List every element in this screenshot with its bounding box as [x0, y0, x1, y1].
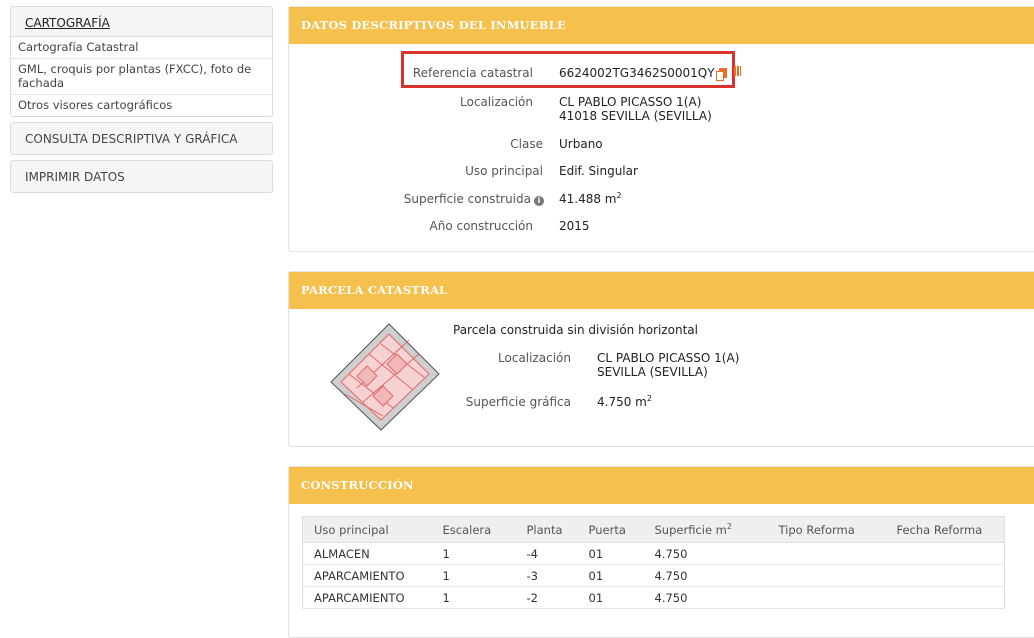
table-row: APARCAMIENTO 1 -2 01 4.750 — [302, 586, 1005, 609]
sidebar: CARTOGRAFÍA Cartografía Catastral GML, c… — [10, 6, 273, 198]
cell-tipo-reforma — [767, 542, 886, 565]
superficie-construida-number: 41.488 m — [559, 192, 617, 206]
cell-uso: APARCAMIENTO — [302, 564, 432, 587]
parcela-superficie-number: 4.750 m — [597, 395, 647, 409]
cell-fecha-reforma — [885, 586, 1005, 609]
anio-construccion-label: Año construcción — [429, 219, 534, 233]
datos-descriptivos-header: DATOS DESCRIPTIVOS DEL INMUEBLE — [289, 7, 1034, 44]
sidebar-item-cartografia-catastral[interactable]: Cartografía Catastral — [11, 37, 272, 59]
col-superficie-exponent: 2 — [726, 521, 732, 531]
cell-superficie: 4.750 — [643, 542, 768, 565]
info-icon[interactable]: i — [534, 196, 544, 206]
consulta-descriptiva-button[interactable]: CONSULTA DESCRIPTIVA Y GRÁFICA — [10, 122, 273, 155]
cell-puerta: 01 — [577, 586, 644, 609]
col-superficie: Superficie m2 — [643, 516, 768, 543]
cell-escalera: 1 — [431, 586, 516, 609]
datos-descriptivos-panel: DATOS DESCRIPTIVOS DEL INMUEBLE — [288, 6, 1034, 252]
cell-puerta: 01 — [577, 542, 644, 565]
superficie-construida-exponent: 2 — [616, 191, 622, 200]
uso-principal-label: Uso principal — [465, 164, 543, 178]
referencia-label: Referencia catastral — [412, 66, 533, 80]
table-row: ALMACEN 1 -4 01 4.750 — [302, 542, 1005, 565]
uso-principal-value: Edif. Singular — [559, 164, 638, 178]
construccion-table-header-row: Uso principal Escalera Planta Puerta Sup… — [302, 516, 1005, 543]
parcela-superficie-label: Superficie gráfica — [465, 395, 571, 409]
parcela-localizacion-line1: CL PABLO PICASSO 1(A) — [597, 351, 740, 365]
cell-tipo-reforma — [767, 564, 886, 587]
copy-icon[interactable] — [715, 68, 727, 81]
cell-uso: ALMACEN — [302, 542, 432, 565]
cell-planta: -3 — [515, 564, 578, 587]
parcela-superficie-exponent: 2 — [646, 394, 652, 403]
col-planta: Planta — [515, 516, 578, 543]
col-superficie-text: Superficie m — [654, 522, 727, 537]
cartografia-panel: CARTOGRAFÍA Cartografía Catastral GML, c… — [10, 6, 273, 117]
sidebar-item-otros-visores[interactable]: Otros visores cartográficos — [11, 95, 272, 116]
cell-fecha-reforma — [885, 564, 1005, 587]
superficie-construida-value: 41.488 m2 — [559, 191, 622, 207]
cell-escalera: 1 — [431, 564, 516, 587]
imprimir-datos-button[interactable]: IMPRIMIR DATOS — [10, 160, 273, 193]
cell-puerta: 01 — [577, 564, 644, 587]
cell-uso: APARCAMIENTO — [302, 586, 432, 609]
cartografia-submenu: Cartografía Catastral GML, croquis por p… — [11, 36, 272, 116]
clase-value: Urbano — [559, 137, 603, 151]
parcela-map-thumbnail[interactable] — [327, 318, 441, 432]
cell-escalera: 1 — [431, 542, 516, 565]
anio-construccion-value: 2015 — [559, 219, 590, 233]
localizacion-line1: CL PABLO PICASSO 1(A) — [559, 95, 702, 109]
bars-icon[interactable] — [734, 66, 741, 76]
superficie-construida-text: Superficie construida — [403, 192, 531, 206]
localizacion-line2: 41018 SEVILLA (SEVILLA) — [559, 109, 712, 123]
cartografia-title[interactable]: CARTOGRAFÍA — [25, 16, 110, 30]
construccion-header: CONSTRUCCIÓN — [289, 467, 1034, 504]
cell-superficie: 4.750 — [643, 564, 768, 587]
col-tipo-reforma: Tipo Reforma — [767, 516, 886, 543]
sidebar-item-gml-croquis[interactable]: GML, croquis por plantas (FXCC), foto de… — [11, 59, 272, 95]
parcela-catastral-header: PARCELA CATASTRAL — [289, 272, 1034, 309]
cell-fecha-reforma — [885, 542, 1005, 565]
parcela-tipo: Parcela construida sin división horizont… — [453, 323, 698, 337]
referencia-value: 6624002TG3462S0001QY — [559, 66, 715, 80]
localizacion-label: Localización — [460, 95, 533, 109]
table-row: APARCAMIENTO 1 -3 01 4.750 — [302, 564, 1005, 587]
construccion-table: Uso principal Escalera Planta Puerta Sup… — [302, 516, 1005, 609]
col-escalera: Escalera — [431, 516, 516, 543]
parcela-superficie-value: 4.750 m2 — [597, 394, 652, 410]
cell-planta: -2 — [515, 586, 578, 609]
cartografia-header[interactable]: CARTOGRAFÍA — [11, 7, 272, 36]
superficie-construida-label: Superficie construida i — [300, 192, 544, 206]
cell-planta: -4 — [515, 542, 578, 565]
col-uso-principal: Uso principal — [302, 516, 432, 543]
parcela-localizacion-line2: SEVILLA (SEVILLA) — [597, 365, 708, 379]
col-fecha-reforma: Fecha Reforma — [885, 516, 1005, 543]
cell-superficie: 4.750 — [643, 586, 768, 609]
parcela-localizacion-label: Localización — [498, 351, 571, 365]
col-puerta: Puerta — [577, 516, 644, 543]
referencia-value-row: 6624002TG3462S0001QY — [559, 66, 727, 81]
clase-label: Clase — [510, 137, 543, 151]
cell-tipo-reforma — [767, 586, 886, 609]
